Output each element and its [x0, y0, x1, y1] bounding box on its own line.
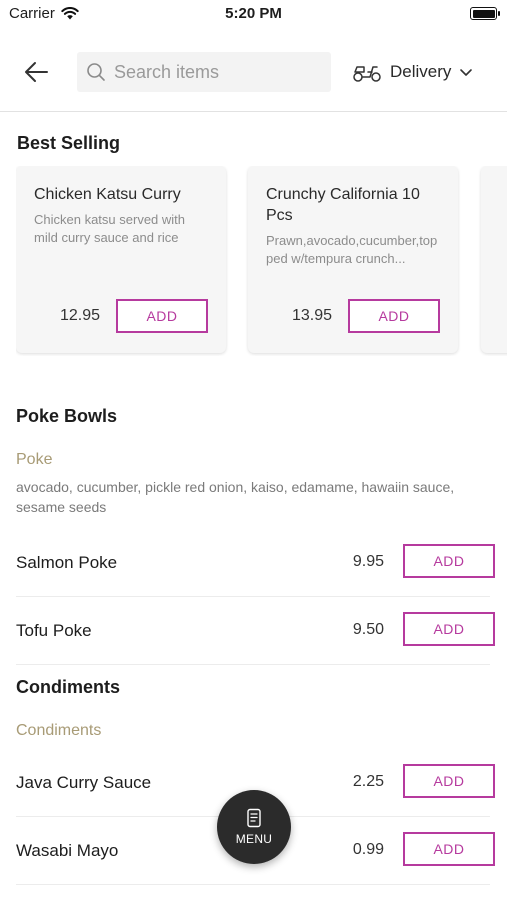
subcategory-label: Condiments	[16, 722, 102, 739]
item-price: 2.25	[352, 773, 384, 790]
menu-book-icon	[247, 808, 261, 828]
add-button[interactable]: ADD	[403, 832, 495, 866]
menu-fab-label: MENU	[235, 832, 273, 846]
battery-icon	[470, 7, 500, 20]
search-icon	[87, 63, 105, 81]
product-card[interactable]: Chicken Katsu Curry Chicken katsu served…	[16, 166, 226, 353]
condiments-title: Condiments	[16, 677, 121, 697]
item-name: Salmon Poke	[16, 553, 118, 572]
item-price: 9.50	[352, 621, 384, 638]
chevron-down-icon	[460, 69, 473, 76]
product-card-peek[interactable]	[481, 166, 507, 353]
product-description: Prawn,avocado,cucumber,topped w/tempura …	[266, 233, 438, 266]
back-arrow-icon	[25, 62, 48, 82]
add-button[interactable]: ADD	[403, 612, 495, 646]
item-name: Tofu Poke	[16, 621, 92, 640]
add-button[interactable]: ADD	[403, 764, 495, 798]
delivery-selector[interactable]: Delivery	[352, 58, 473, 86]
subcategory-label: Poke	[16, 451, 53, 468]
best-selling-carousel[interactable]: Chicken Katsu Curry Chicken katsu served…	[16, 166, 507, 356]
item-name: Java Curry Sauce	[16, 773, 152, 792]
poke-bowls-title: Poke Bowls	[16, 406, 118, 426]
add-button[interactable]: ADD	[403, 544, 495, 578]
menu-fab-button[interactable]: MENU	[217, 790, 291, 864]
product-price: 12.95	[60, 307, 101, 324]
menu-item-row[interactable]: Tofu Poke 9.50 ADD	[16, 597, 495, 665]
product-name: Chicken Katsu Curry	[34, 186, 181, 203]
product-name: Crunchy California 10 Pcs	[266, 186, 420, 224]
product-card[interactable]: Crunchy California 10 Pcs Prawn,avocado,…	[248, 166, 458, 353]
item-price: 9.95	[352, 553, 384, 570]
status-time: 5:20 PM	[225, 5, 282, 22]
search-box[interactable]	[77, 52, 331, 92]
subcategory-description: avocado, cucumber, pickle red onion, kai…	[16, 479, 455, 515]
item-price: 0.99	[352, 841, 384, 858]
menu-item-row[interactable]: Salmon Poke 9.95 ADD	[16, 529, 495, 597]
delivery-label: Delivery	[390, 62, 452, 81]
product-description: Chicken katsu served with mild curry sau…	[34, 212, 186, 245]
product-price: 13.95	[292, 307, 333, 324]
back-button[interactable]	[18, 56, 54, 88]
item-name: Wasabi Mayo	[16, 841, 119, 860]
top-header: Delivery	[0, 42, 507, 112]
status-bar: Carrier 5:20 PM	[0, 0, 507, 28]
search-input[interactable]	[114, 61, 314, 83]
best-selling-title: Best Selling	[17, 133, 121, 153]
scooter-icon	[353, 66, 381, 82]
add-button[interactable]: ADD	[116, 299, 208, 333]
add-button[interactable]: ADD	[348, 299, 440, 333]
